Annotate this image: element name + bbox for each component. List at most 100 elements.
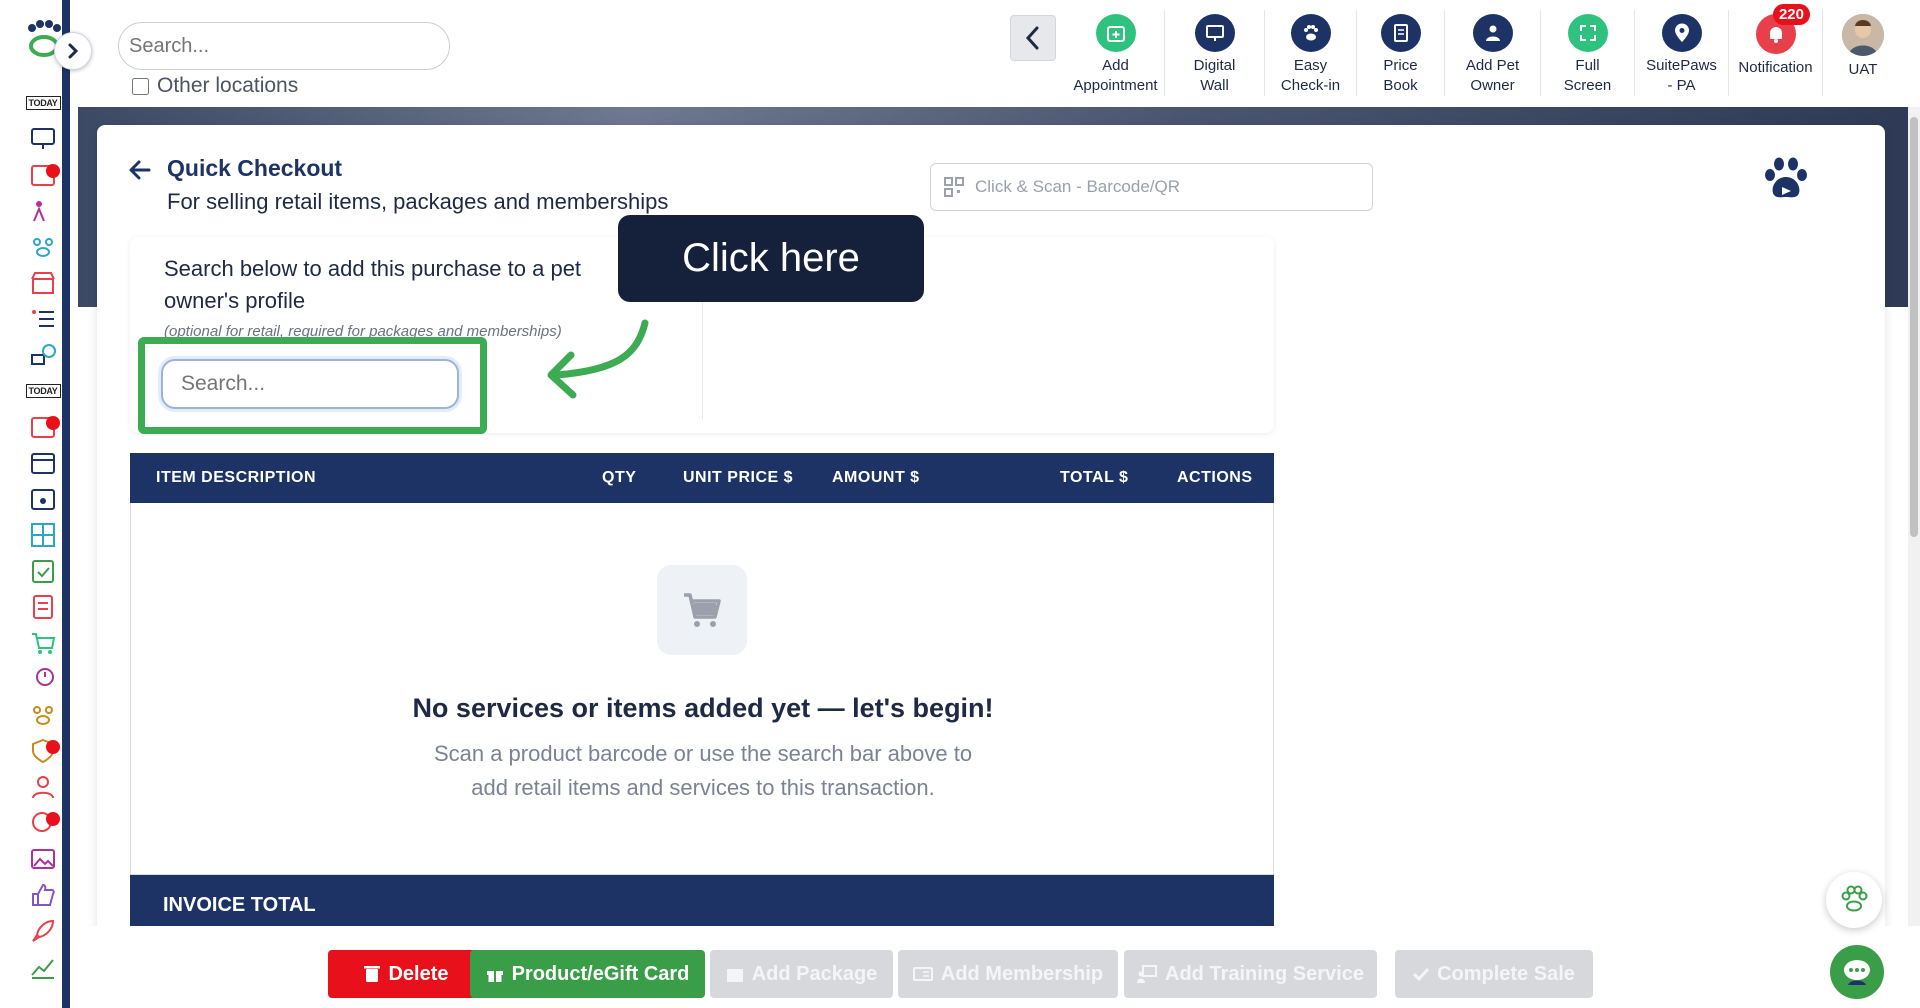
sidebar-item-analytics[interactable]	[26, 952, 60, 982]
store-icon	[31, 272, 55, 294]
sidebar-item-store[interactable]	[26, 268, 60, 298]
avatar	[1842, 14, 1884, 56]
curved-arrow-icon	[547, 319, 649, 399]
add-package-button[interactable]: Add Package	[710, 950, 893, 998]
paw-logo-icon	[1765, 157, 1807, 198]
user-menu-button[interactable]: UAT	[1823, 10, 1903, 96]
document-icon	[1380, 14, 1421, 52]
back-arrow-icon[interactable]	[127, 157, 153, 183]
chevron-left-icon	[1025, 26, 1039, 50]
alert-dot	[46, 740, 60, 754]
sidebar-item-reviews[interactable]	[26, 880, 60, 910]
floating-paw-button[interactable]	[1826, 872, 1882, 928]
tool-label: Full Screen	[1563, 57, 1612, 94]
sidebar-item-staff[interactable]	[26, 304, 60, 334]
invoice-total-label: INVOICE TOTAL	[163, 893, 316, 916]
add-membership-button[interactable]: Add Membership	[898, 950, 1118, 998]
location-pin-icon	[1661, 14, 1702, 52]
other-locations-check[interactable]	[132, 77, 149, 95]
page-scrollbar[interactable]	[1908, 107, 1920, 1008]
sidebar-nav: TODAY TODAY	[25, 88, 62, 988]
add-training-service-button[interactable]: Add Training Service	[1124, 950, 1377, 998]
list-icon	[32, 310, 54, 327]
tool-label: Price Book	[1383, 57, 1418, 94]
alert-dot	[46, 164, 60, 178]
empty-state-description: Scan a product barcode or use the search…	[131, 737, 1275, 805]
sidebar-item-calendar-grid[interactable]	[26, 448, 60, 478]
sidebar-item-gallery[interactable]	[26, 844, 60, 874]
delete-button[interactable]: Delete	[328, 950, 485, 998]
monitor-icon	[1194, 14, 1235, 52]
sidebar-item-cart[interactable]	[26, 628, 60, 658]
notification-button[interactable]: 220 Notification	[1729, 4, 1823, 96]
sidebar-item-today-tools[interactable]: TODAY	[25, 376, 61, 406]
global-search-input[interactable]	[118, 22, 450, 70]
collapse-toolbar-button[interactable]	[1010, 15, 1056, 61]
package-icon	[726, 969, 743, 982]
full-screen-button[interactable]: Full Screen	[1541, 10, 1635, 96]
other-locations-label: Other locations	[157, 74, 299, 97]
sidebar-expand-button[interactable]	[54, 32, 92, 70]
people-icon	[33, 201, 45, 222]
product-egift-card-label: Product/eGift Card	[511, 962, 690, 985]
sidebar-item-marketing[interactable]	[26, 916, 60, 946]
sidebar-item-grooming[interactable]	[26, 340, 60, 370]
sidebar-item-people[interactable]	[26, 196, 60, 226]
shopping-cart-icon	[684, 593, 721, 627]
pet-owner-search-input[interactable]	[161, 359, 459, 409]
add-appointment-button[interactable]: Add Appointment	[1067, 10, 1165, 96]
sidebar-item-reports[interactable]	[26, 592, 60, 622]
sidebar-item-time[interactable]	[26, 664, 60, 694]
tool-label: UAT	[1848, 61, 1878, 78]
sidebar-item-layout[interactable]	[26, 520, 60, 550]
sidebar-item-calendar-user[interactable]	[26, 484, 60, 514]
sidebar-item-dashboard[interactable]	[26, 124, 60, 154]
complete-sale-button[interactable]: Complete Sale	[1395, 950, 1593, 998]
sidebar-item-profile[interactable]	[26, 772, 60, 802]
complete-sale-label: Complete Sale	[1437, 962, 1575, 985]
column-header: AMOUNT $	[832, 469, 920, 486]
add-pet-owner-button[interactable]: Add Pet Owner	[1445, 10, 1541, 96]
tool-label: SuitePaws - PA	[1646, 57, 1717, 94]
location-selector-button[interactable]: SuitePaws - PA	[1635, 10, 1729, 96]
price-book-button[interactable]: Price Book	[1357, 10, 1445, 96]
owner-search-prompt: Search below to add this purchase to a p…	[164, 256, 582, 313]
paw-icon	[1841, 885, 1868, 912]
sidebar-item-shield[interactable]	[26, 736, 60, 766]
paw-icon	[1290, 14, 1331, 52]
training-icon	[1137, 965, 1158, 983]
calendar-user-icon	[31, 489, 55, 510]
checkout-actions-bar: Delete Product/eGift Card Add Package Ad…	[78, 926, 1920, 1008]
check-icon	[1413, 967, 1430, 981]
sidebar-item-paws[interactable]	[26, 700, 60, 730]
scrollbar-thumb[interactable]	[1910, 117, 1918, 537]
cart-placeholder	[657, 565, 747, 655]
sidebar-item-messages[interactable]	[26, 808, 60, 838]
floating-chat-button[interactable]	[1830, 945, 1884, 999]
sidebar-item-calendar[interactable]	[26, 160, 60, 190]
sidebar-item-schedule[interactable]	[26, 412, 60, 442]
table-header: ITEM DESCRIPTION QTY UNIT PRICE $ AMOUNT…	[130, 453, 1274, 503]
rocket-icon	[32, 919, 55, 942]
top-header: Other locations AddAppointment DigitalWa…	[70, 0, 1920, 107]
checklist-icon	[32, 560, 54, 583]
digital-wall-button[interactable]: Digital Wall	[1165, 10, 1265, 96]
sidebar-item-pets[interactable]	[26, 232, 60, 262]
click-here-callout: Click here	[618, 215, 924, 302]
grooming-icon	[31, 344, 56, 365]
monitor-icon	[31, 128, 55, 149]
barcode-scan-input[interactable]: Click & Scan - Barcode/QR	[930, 163, 1373, 211]
easy-check-in-button[interactable]: Easy Check-in	[1265, 10, 1357, 96]
other-locations-checkbox[interactable]: Other locations	[132, 74, 298, 98]
tool-label: Add Appointment	[1073, 57, 1158, 94]
support-chat-icon	[1844, 960, 1870, 985]
add-package-label: Add Package	[751, 962, 878, 985]
sidebar-item-tasks[interactable]	[26, 556, 60, 586]
quick-tools: Add Appointment Digital Wall Easy Check-in …	[1067, 4, 1903, 96]
image-icon	[31, 849, 55, 869]
empty-state-line: Scan a product barcode or use the search…	[433, 741, 973, 766]
sidebar-item-today[interactable]: TODAY	[25, 88, 61, 118]
column-header: QTY	[602, 469, 637, 486]
product-egift-card-button[interactable]: Product/eGift Card	[470, 950, 705, 998]
gift-icon	[486, 971, 503, 982]
